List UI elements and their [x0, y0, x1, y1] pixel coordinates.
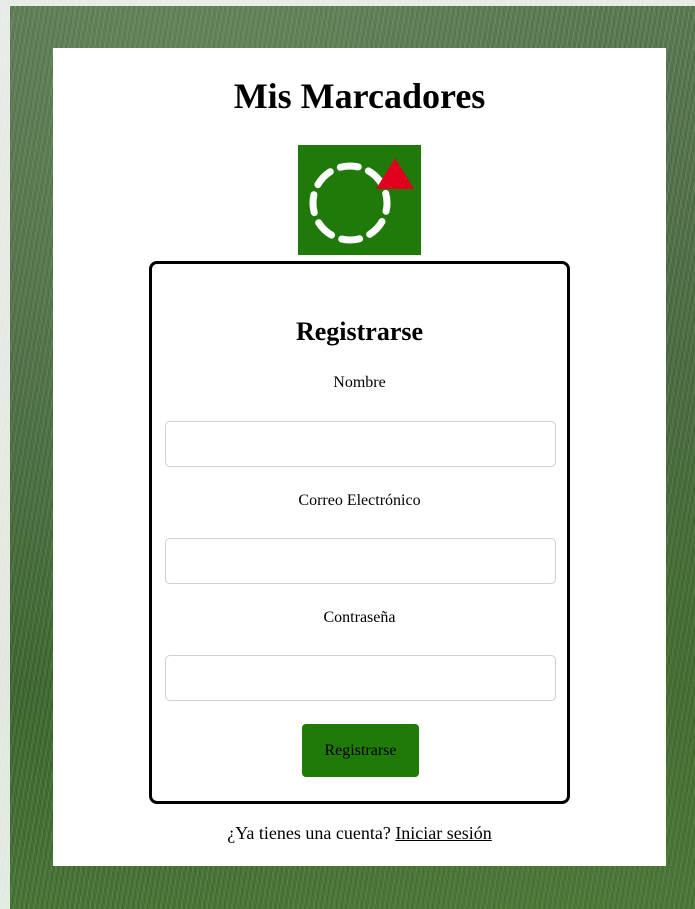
login-link[interactable]: Iniciar sesión	[395, 823, 491, 843]
email-label: Correo Electrónico	[298, 492, 421, 509]
page-title: Mis Marcadores	[233, 76, 486, 116]
password-label: Contraseña	[323, 609, 396, 626]
name-label: Nombre	[333, 374, 386, 391]
register-heading: Registrarse	[295, 317, 424, 346]
email-input[interactable]	[165, 538, 556, 584]
password-input[interactable]	[165, 655, 556, 701]
login-prompt: ¿Ya tienes una cuenta? Iniciar sesión	[53, 822, 666, 844]
main-panel: Mis Marcadores Registrarse Nombre Correo…	[53, 48, 666, 866]
login-prompt-text: ¿Ya tienes una cuenta?	[227, 823, 391, 843]
scoreboard-logo-icon	[298, 145, 421, 255]
register-card: Registrarse Nombre Correo Electrónico Co…	[149, 261, 570, 804]
register-button[interactable]: Registrarse	[302, 724, 419, 777]
name-input[interactable]	[165, 421, 556, 467]
